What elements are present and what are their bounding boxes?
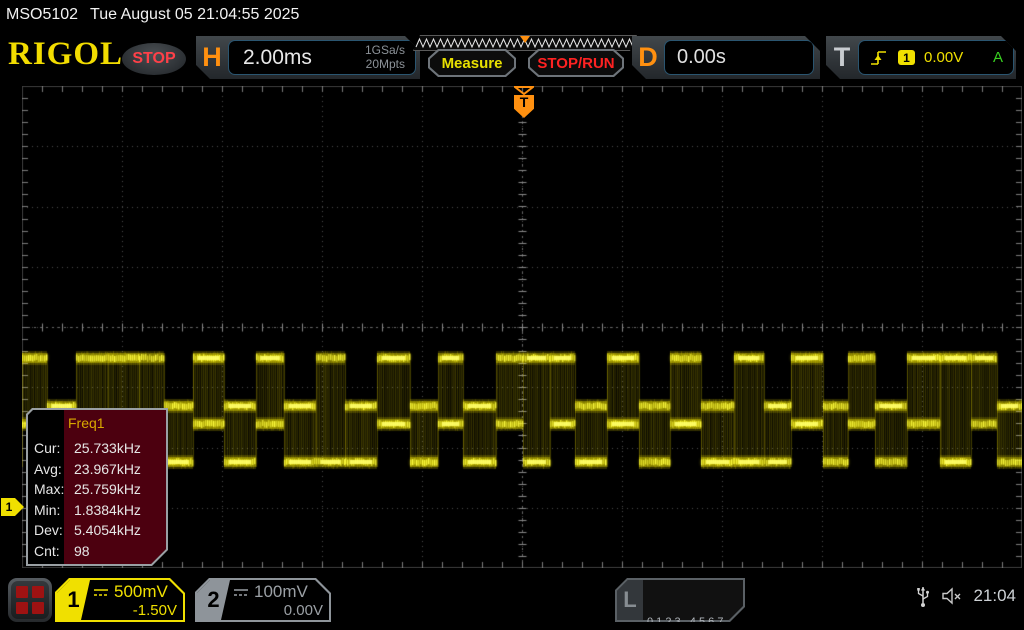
- measurement-row-label: Dev:: [34, 522, 68, 538]
- run-state-badge[interactable]: STOP: [122, 43, 186, 75]
- measurement-row: Dev: 5.4054kHz: [34, 520, 162, 541]
- model-name: MSO5102: [6, 6, 78, 24]
- measurement-row-label: Cur:: [34, 440, 68, 456]
- measurement-title: Freq1: [68, 415, 105, 431]
- trigger-label: T: [826, 42, 858, 73]
- horizontal-label: H: [196, 42, 228, 73]
- speaker-muted-icon[interactable]: [941, 587, 963, 605]
- menu-grid-icon[interactable]: [8, 578, 52, 622]
- channel1-offset: -1.50V: [93, 602, 177, 619]
- measure-button[interactable]: Measure: [428, 49, 516, 77]
- preview-trigger-position-icon[interactable]: [520, 36, 530, 43]
- measurement-row-label: Cnt:: [34, 543, 68, 559]
- timebase-value: 2.00ms: [229, 46, 365, 70]
- trigger-slope-icon: [869, 49, 889, 67]
- measurement-row-value: 23.967kHz: [68, 461, 141, 477]
- trigger-settings-box[interactable]: T 1 0.00V A: [826, 36, 1016, 79]
- measurement-row: Avg: 23.967kHz: [34, 459, 162, 480]
- channel1-ground-marker-label: 1: [6, 500, 13, 514]
- measurement-row: Cur: 25.733kHz: [34, 438, 162, 459]
- delay-label: D: [632, 42, 664, 73]
- trigger-level-value: 0.00V: [924, 49, 984, 66]
- channel2-offset: 0.00V: [233, 602, 323, 619]
- run-state-label: STOP: [132, 50, 175, 68]
- delay-box[interactable]: 0.00s: [664, 40, 814, 75]
- measurement-row-value: 98: [68, 543, 90, 559]
- measurement-row-label: Max:: [34, 481, 68, 497]
- waveform-preview-strip[interactable]: [413, 35, 637, 51]
- memory-depth: 20Mpts: [365, 58, 405, 72]
- usb-icon: [915, 583, 931, 609]
- oscilloscope-screen: MSO5102 Tue August 05 21:04:55 2025 RIGO…: [0, 0, 1024, 630]
- waveform-display[interactable]: [22, 86, 1022, 568]
- measurement-row-label: Min:: [34, 502, 68, 518]
- timebase-box[interactable]: 2.00ms 1GSa/s 20Mpts: [228, 40, 416, 75]
- measurement-row-value: 25.759kHz: [68, 481, 141, 497]
- rigol-logo: RIGOL: [8, 36, 123, 73]
- measurement-row-label: Avg:: [34, 461, 68, 477]
- trigger-position-marker-label: T: [520, 94, 529, 110]
- measurement-row: Max: 25.759kHz: [34, 479, 162, 500]
- logic-label: L: [617, 580, 643, 620]
- logic-row1: 0 1 2 3 4 5 6 7: [647, 614, 756, 630]
- measurement-row-value: 1.8384kHz: [68, 502, 141, 518]
- trigger-position-outline-icon[interactable]: [514, 86, 534, 95]
- trigger-sweep-mode: A: [993, 49, 1003, 66]
- channel1-ground-marker[interactable]: 1: [1, 498, 24, 516]
- dc-coupling-icon: [93, 587, 109, 597]
- measure-button-label: Measure: [442, 55, 503, 72]
- stop-run-button-label: STOP/RUN: [537, 55, 614, 72]
- channel1-scale: 500mV: [114, 582, 168, 602]
- clock-label: 21:04: [973, 586, 1016, 606]
- sample-rate: 1GSa/s: [365, 44, 405, 58]
- logic-channels-tab[interactable]: L 0 1 2 3 4 5 6 7 8 9 10 11 12 13 14 15: [615, 578, 745, 622]
- top-status-bar: MSO5102 Tue August 05 21:04:55 2025: [0, 0, 1024, 30]
- measurement-row: Cnt: 98: [34, 541, 162, 562]
- measurement-row: Min: 1.8384kHz: [34, 500, 162, 521]
- channel2-tab[interactable]: 2 100mV 0.00V: [195, 578, 331, 622]
- delay-settings-box[interactable]: D 0.00s: [632, 36, 820, 79]
- horizontal-settings-box[interactable]: H 2.00ms 1GSa/s 20Mpts: [196, 36, 420, 79]
- stop-run-button[interactable]: STOP/RUN: [528, 49, 624, 77]
- channel2-scale: 100mV: [254, 582, 308, 602]
- channel1-tab[interactable]: 1 500mV -1.50V: [55, 578, 185, 622]
- dc-coupling-icon: [233, 587, 249, 597]
- bottom-status-bar: 1 500mV -1.50V 2: [0, 575, 1024, 630]
- measurement-row-value: 5.4054kHz: [68, 522, 141, 538]
- datetime-label: Tue August 05 21:04:55 2025: [90, 6, 299, 24]
- header-bar: RIGOL STOP H 2.00ms 1GSa/s 20Mpts Measur…: [0, 30, 1024, 85]
- measurement-popup[interactable]: Freq1 Cur: 25.733kHz Avg: 23.967kHz Max:…: [26, 408, 168, 566]
- trigger-box[interactable]: 1 0.00V A: [858, 40, 1014, 75]
- measurement-row-value: 25.733kHz: [68, 440, 141, 456]
- delay-value: 0.00s: [665, 46, 726, 69]
- trigger-source-badge: 1: [898, 50, 915, 65]
